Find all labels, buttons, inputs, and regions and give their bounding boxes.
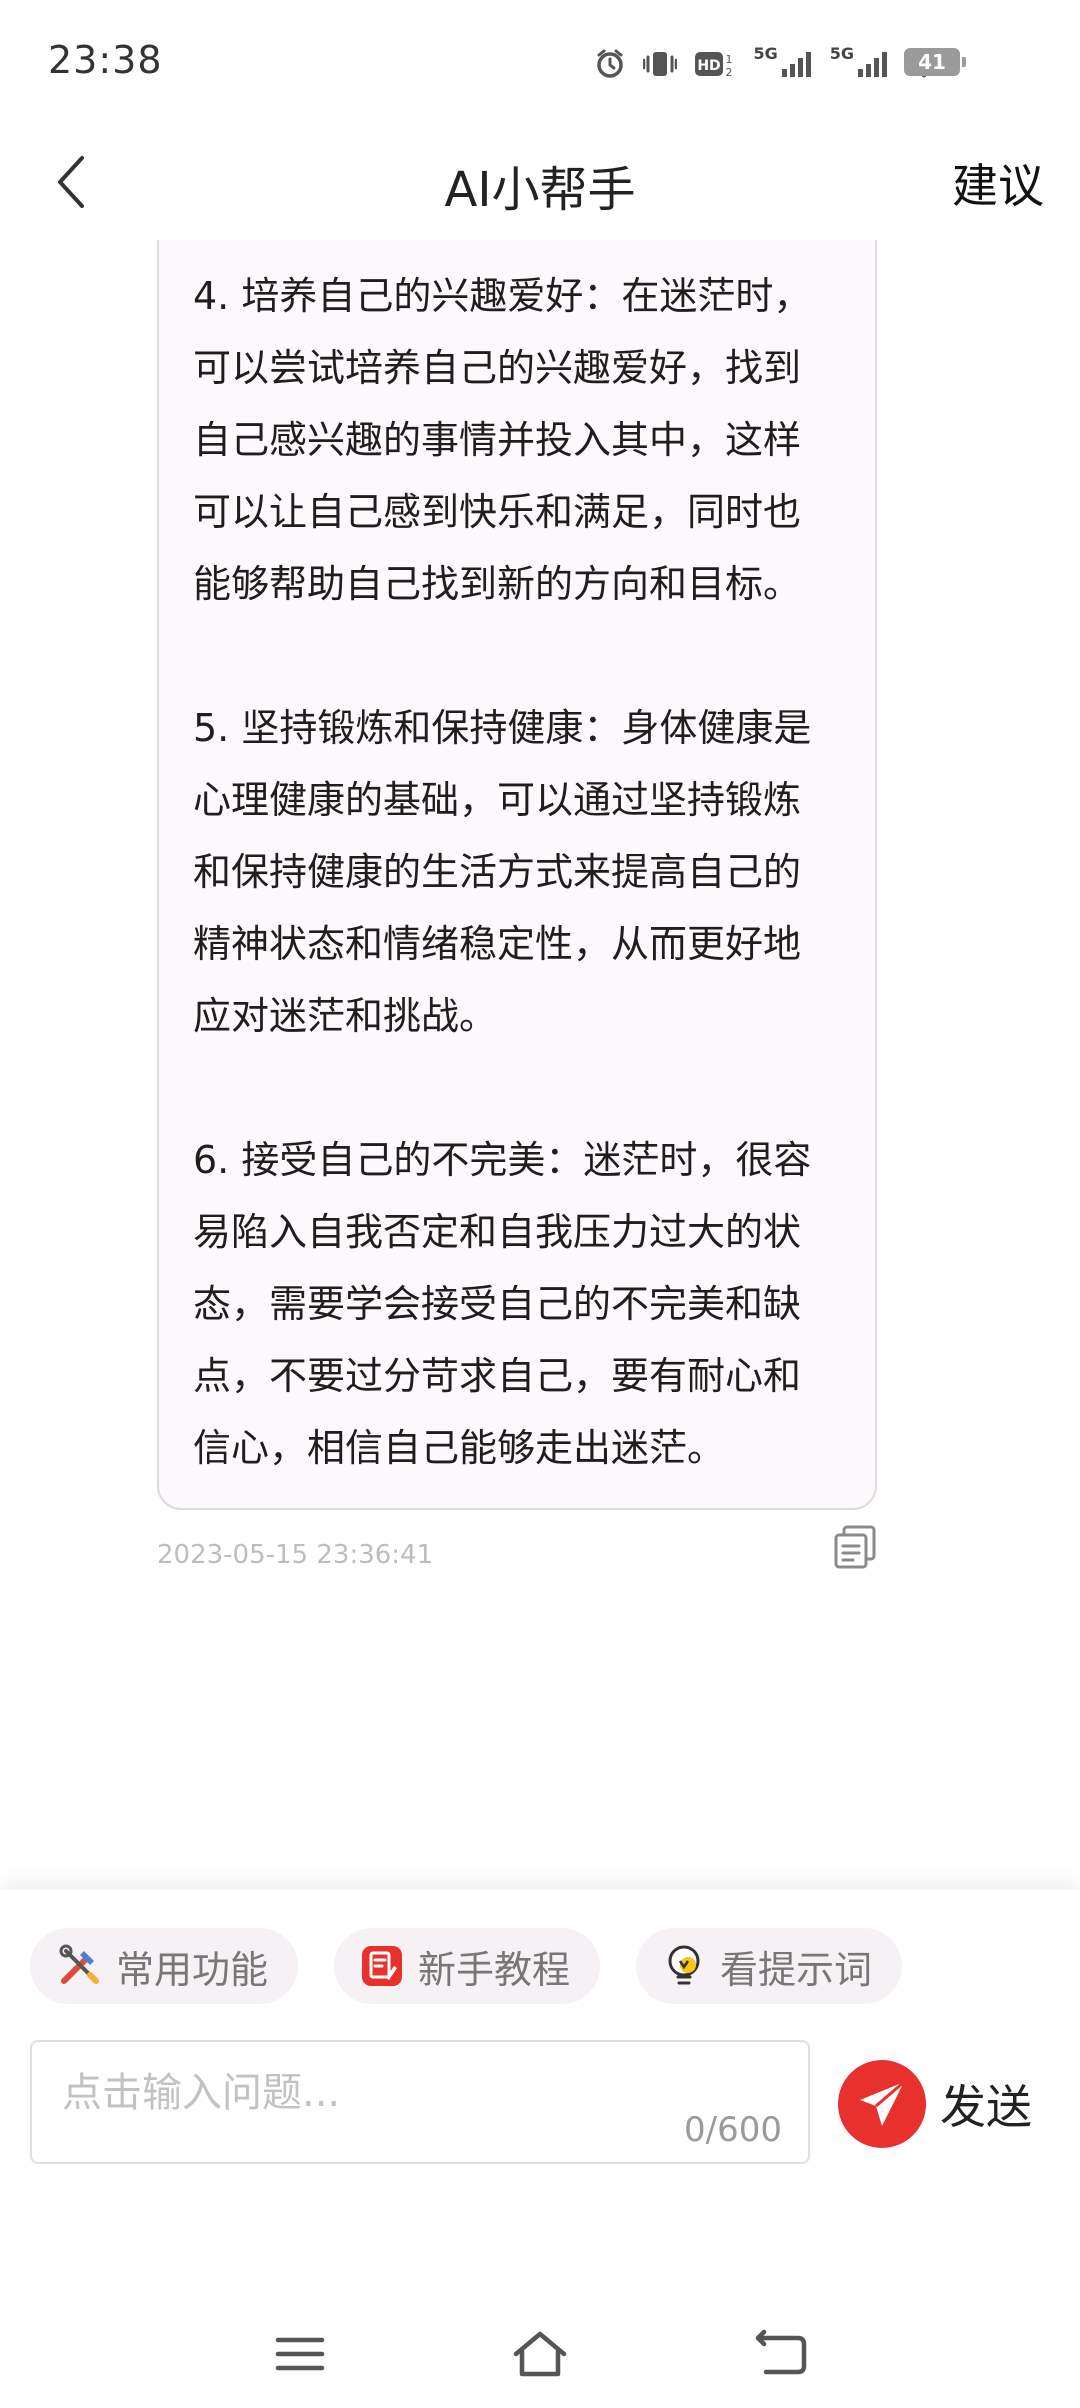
hd-icon: HD 1 2 <box>695 51 733 79</box>
menu-icon <box>275 2337 325 2371</box>
alarm-icon <box>597 49 624 78</box>
quick-action-tutorial[interactable]: 新手教程 <box>334 1928 601 2004</box>
message-paragraph: 6. 接受自己的不完美：迷茫时，很容易陷入自我否定和自我压力过大的状态，需要学会… <box>193 1138 812 1470</box>
quick-actions-bar: 常用功能 新手教程 看提示词 <box>30 1928 903 2004</box>
copy-icon <box>834 1525 876 1569</box>
page-title: AI小帮手 <box>444 162 636 218</box>
message-paragraph: 5. 坚持锻炼和保持健康：身体健康是心理健康的基础，可以通过坚持锻炼和保持健康的… <box>193 706 812 1038</box>
tutorial-icon <box>362 1946 403 1986</box>
quick-action-label: 看提示词 <box>720 1947 873 1992</box>
quick-action-label: 新手教程 <box>418 1947 571 1992</box>
status-time: 23:38 <box>48 38 163 82</box>
ai-message-bubble: 4. 培养自己的兴趣爱好：在迷茫时，可以尝试培养自己的兴趣爱好，找到自己感兴趣的… <box>157 240 877 1510</box>
question-input[interactable] <box>60 2062 704 2124</box>
svg-text:1: 1 <box>726 53 733 66</box>
return-icon <box>755 2329 807 2375</box>
home-button[interactable] <box>510 2326 570 2382</box>
header: AI小帮手 建议 <box>0 128 1080 240</box>
svg-text:HD: HD <box>698 58 721 74</box>
question-input-box[interactable]: 0/600 <box>30 2040 810 2164</box>
home-icon <box>513 2331 567 2377</box>
vibrate-icon <box>643 51 678 76</box>
network-label-2: 5G <box>829 44 854 63</box>
svg-text:2: 2 <box>726 66 733 79</box>
network-label-1: 5G <box>753 44 778 63</box>
quick-action-label: 常用功能 <box>116 1947 269 1992</box>
copy-button[interactable] <box>832 1524 878 1570</box>
menu-button[interactable] <box>270 2326 330 2382</box>
quick-action-common-functions[interactable]: 常用功能 <box>30 1928 299 2004</box>
battery-icon: 41 <box>904 48 966 76</box>
system-nav-bar <box>0 2300 1080 2408</box>
message-paragraph: 4. 培养自己的兴趣爱好：在迷茫时，可以尝试培养自己的兴趣爱好，找到自己感兴趣的… <box>193 274 812 606</box>
quick-action-view-prompts[interactable]: 看提示词 <box>636 1928 903 2004</box>
send-label: 发送 <box>940 2080 1032 2134</box>
back-nav-button[interactable] <box>752 2326 812 2382</box>
char-counter: 0/600 <box>684 2110 782 2150</box>
send-button[interactable]: 发送 <box>838 2060 1032 2148</box>
status-icons: HD 1 2 5G 5G <box>595 44 942 83</box>
send-icon-circle <box>838 2060 926 2148</box>
status-bar: 23:38 HD 1 2 5G 5G 41 <box>0 0 1080 128</box>
screen: 23:38 HD 1 2 5G 5G 41 AI小帮手 建议 4. 培养自己的兴… <box>0 0 1080 2408</box>
chat-area[interactable]: 4. 培养自己的兴趣爱好：在迷茫时，可以尝试培养自己的兴趣爱好，找到自己感兴趣的… <box>0 240 1080 1890</box>
tools-icon <box>59 1944 99 1984</box>
message-timestamp: 2023-05-15 23:36:41 <box>157 1540 434 1570</box>
lightbulb-icon <box>668 1945 700 1985</box>
signal-icon-2 <box>858 51 887 77</box>
signal-icon <box>781 51 811 77</box>
paper-plane-icon <box>860 2080 905 2126</box>
suggest-button[interactable]: 建议 <box>952 150 1044 216</box>
